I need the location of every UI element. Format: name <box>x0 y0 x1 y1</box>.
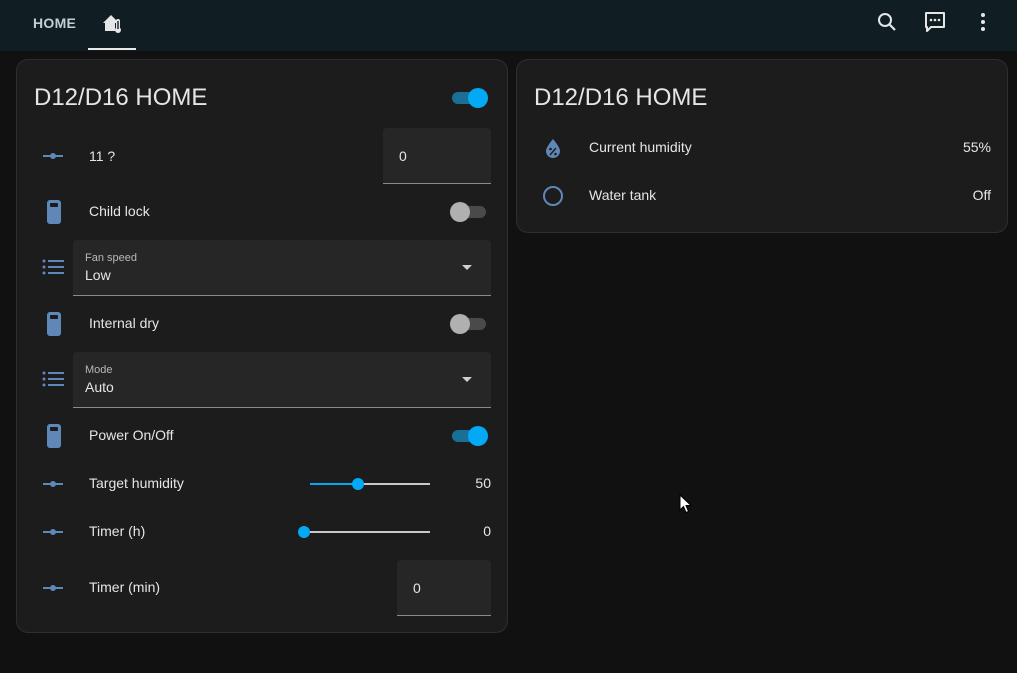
number-input-11[interactable]: 0 <box>383 128 491 184</box>
toggle-thumb <box>468 426 488 446</box>
timer-h-value: 0 <box>483 523 491 539</box>
row-label-timer-h: Timer (h) <box>89 523 146 539</box>
slider-horizontal-icon <box>43 529 63 535</box>
row-label-timer-min: Timer (min) <box>89 579 161 595</box>
row-label-child-lock: Child lock <box>89 203 150 219</box>
select-label: Mode <box>85 364 113 376</box>
air-purifier-icon <box>47 424 61 448</box>
circle-outline-icon <box>543 186 563 206</box>
overflow-menu-button[interactable] <box>971 10 995 34</box>
child-lock-toggle[interactable] <box>450 201 488 223</box>
slider-horizontal-icon <box>43 153 63 159</box>
input-value: 0 <box>413 580 421 596</box>
timer-min-input[interactable]: 0 <box>397 560 491 616</box>
tab-active-indicator <box>88 48 136 50</box>
power-toggle[interactable] <box>450 425 488 447</box>
target-humidity-slider[interactable] <box>310 477 430 491</box>
tab-home[interactable]: HOME <box>33 15 76 31</box>
card-title: D12/D16 HOME <box>34 84 208 111</box>
chevron-down-icon <box>462 265 472 270</box>
search-icon <box>878 13 896 31</box>
top-app-bar: HOME <box>0 0 1017 51</box>
chevron-down-icon <box>462 377 472 382</box>
mode-select[interactable]: Mode Auto <box>73 352 491 408</box>
card-title: D12/D16 HOME <box>534 84 708 111</box>
air-purifier-icon <box>47 200 61 224</box>
water-tank-label[interactable]: Water tank <box>589 187 656 203</box>
slider-knob[interactable] <box>352 478 364 490</box>
slider-rail <box>304 531 430 533</box>
more-vert-icon <box>981 13 985 31</box>
format-list-bulleted-icon <box>42 371 64 387</box>
sensors-card: D12/D16 HOME Current humidity 55% Water … <box>516 59 1008 233</box>
search-button[interactable] <box>875 10 899 34</box>
toggle-thumb <box>450 202 470 222</box>
select-value: Low <box>85 267 111 283</box>
slider-knob[interactable] <box>298 526 310 538</box>
format-list-bulleted-icon <box>42 259 64 275</box>
select-value: Auto <box>85 379 114 395</box>
input-value: 0 <box>399 148 407 164</box>
select-label: Fan speed <box>85 252 137 264</box>
target-humidity-value: 50 <box>475 475 491 491</box>
slider-fill <box>310 483 358 485</box>
slider-horizontal-icon <box>43 585 63 591</box>
toggle-thumb <box>468 88 488 108</box>
assist-icon <box>925 12 945 32</box>
internal-dry-toggle[interactable] <box>450 313 488 335</box>
toggle-thumb <box>450 314 470 334</box>
current-humidity-label: Current humidity <box>589 139 692 155</box>
air-purifier-icon <box>47 312 61 336</box>
fan-speed-select[interactable]: Fan speed Low <box>73 240 491 296</box>
mouse-cursor-icon <box>679 494 693 514</box>
row-label-internal-dry: Internal dry <box>89 315 160 331</box>
water-tank-value: Off <box>972 187 991 203</box>
row-label-power: Power On/Off <box>89 427 174 443</box>
current-humidity-value: 55% <box>962 139 991 155</box>
row-label-target-humidity: Target humidity <box>89 475 184 491</box>
tab-device[interactable] <box>88 0 136 51</box>
device-controls-card: D12/D16 HOME 11 ? 0 Child lock Fan speed… <box>16 59 508 633</box>
slider-horizontal-icon <box>43 481 63 487</box>
assist-button[interactable] <box>923 10 947 34</box>
home-thermometer-icon <box>103 15 121 33</box>
water-percent-icon <box>546 139 560 158</box>
row-label-11: 11 ? <box>89 148 116 164</box>
timer-h-slider[interactable] <box>298 525 430 539</box>
card-header-toggle[interactable] <box>450 87 488 109</box>
